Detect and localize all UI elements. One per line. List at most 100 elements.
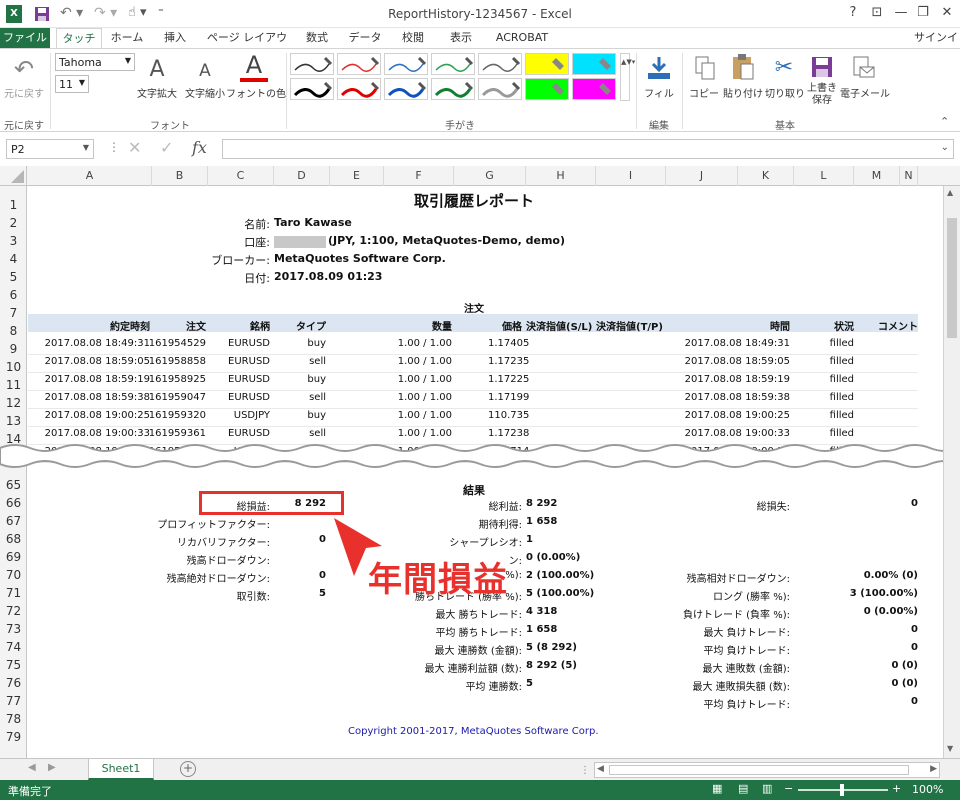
close-icon[interactable]: ✕ bbox=[936, 4, 958, 22]
copy-icon[interactable] bbox=[694, 55, 716, 81]
row-header[interactable]: 3 bbox=[0, 234, 27, 248]
ink-pen-1[interactable] bbox=[290, 53, 334, 75]
ink-pen-2[interactable] bbox=[337, 53, 381, 75]
ink-pen-11[interactable] bbox=[431, 78, 475, 100]
row-header[interactable]: 8 bbox=[0, 324, 27, 338]
ink-pen-7[interactable] bbox=[572, 53, 616, 75]
expand-formula-icon[interactable]: ⌄ bbox=[941, 142, 949, 153]
row-header[interactable]: 79 bbox=[0, 730, 27, 744]
ink-pen-13[interactable] bbox=[525, 78, 569, 100]
horizontal-scroll-thumb[interactable] bbox=[609, 765, 909, 775]
ink-pen-14[interactable] bbox=[572, 78, 616, 100]
tab-page-layout[interactable]: ページ レイアウト bbox=[204, 28, 290, 64]
scroll-down-icon[interactable]: ▼ bbox=[947, 744, 953, 753]
tab-acrobat[interactable]: ACROBAT bbox=[490, 28, 554, 48]
tab-data[interactable]: データ bbox=[344, 28, 386, 48]
more-options-icon[interactable]: ⋮ bbox=[108, 140, 120, 154]
zoom-slider[interactable] bbox=[798, 784, 888, 796]
restore-icon[interactable]: ❐ bbox=[912, 4, 934, 22]
row-header[interactable]: 75 bbox=[0, 658, 27, 672]
font-color-icon[interactable]: A bbox=[240, 51, 268, 79]
grow-font-icon[interactable]: A bbox=[146, 57, 168, 82]
ink-pen-8[interactable] bbox=[290, 78, 334, 100]
ribbon-display-icon[interactable]: ⊡ bbox=[866, 4, 888, 22]
tab-view[interactable]: 表示 bbox=[440, 28, 482, 48]
column-header-g[interactable]: G bbox=[454, 166, 526, 186]
column-header-a[interactable]: A bbox=[28, 166, 152, 186]
zoom-out-icon[interactable]: − bbox=[784, 782, 793, 795]
row-header[interactable]: 5 bbox=[0, 270, 27, 284]
row-header[interactable]: 77 bbox=[0, 694, 27, 708]
paste-icon[interactable] bbox=[730, 53, 756, 81]
pen-gallery-more-icon[interactable]: ▲▼▾ bbox=[620, 53, 635, 101]
row-header[interactable]: 67 bbox=[0, 514, 27, 528]
row-header[interactable]: 69 bbox=[0, 550, 27, 564]
ink-pen-9[interactable] bbox=[337, 78, 381, 100]
collapse-ribbon-icon[interactable]: ⌃ bbox=[940, 115, 949, 128]
cancel-icon[interactable]: ✕ bbox=[128, 138, 141, 157]
row-header[interactable]: 65 bbox=[0, 478, 27, 492]
row-header[interactable]: 68 bbox=[0, 532, 27, 546]
column-header-k[interactable]: K bbox=[738, 166, 794, 186]
row-header[interactable]: 72 bbox=[0, 604, 27, 618]
font-name-select[interactable]: Tahoma ▼ bbox=[55, 53, 135, 71]
column-header-d[interactable]: D bbox=[274, 166, 330, 186]
ink-pen-10[interactable] bbox=[384, 78, 428, 100]
column-header-i[interactable]: I bbox=[596, 166, 666, 186]
worksheet-grid[interactable]: ABCDEFGHIJKLMN 1 2 3 4 5 6 7 8 9 10 11 12 13 14 65 66 67… bbox=[0, 166, 960, 758]
save-large-icon[interactable] bbox=[810, 55, 834, 81]
row-header[interactable]: 76 bbox=[0, 676, 27, 690]
ink-pen-4[interactable] bbox=[431, 53, 475, 75]
insert-function-icon[interactable]: fx bbox=[192, 138, 207, 157]
column-header-n[interactable]: N bbox=[900, 166, 918, 186]
add-sheet-icon[interactable]: + bbox=[180, 761, 196, 777]
row-header[interactable]: 1 bbox=[0, 198, 27, 212]
column-header-f[interactable]: F bbox=[384, 166, 454, 186]
column-header-j[interactable]: J bbox=[666, 166, 738, 186]
prev-sheet-icon[interactable]: ◀ bbox=[28, 762, 36, 773]
row-header[interactable]: 71 bbox=[0, 586, 27, 600]
column-header-h[interactable]: H bbox=[526, 166, 596, 186]
row-header[interactable]: 7 bbox=[0, 306, 27, 320]
normal-view-icon[interactable]: ▦ bbox=[712, 782, 722, 795]
vertical-scrollbar[interactable]: ▲ ▼ bbox=[943, 186, 960, 758]
tab-insert[interactable]: 挿入 bbox=[154, 28, 196, 48]
ink-pen-6[interactable] bbox=[525, 53, 569, 75]
tab-touch[interactable]: タッチ bbox=[56, 28, 102, 48]
help-icon[interactable]: ? bbox=[842, 4, 864, 22]
ink-pen-3[interactable] bbox=[384, 53, 428, 75]
row-header[interactable]: 70 bbox=[0, 568, 27, 582]
zoom-slider-thumb[interactable] bbox=[840, 784, 844, 796]
ink-pen-5[interactable] bbox=[478, 53, 522, 75]
row-header[interactable]: 6 bbox=[0, 288, 27, 302]
page-break-view-icon[interactable]: ▥ bbox=[762, 782, 772, 795]
font-size-select[interactable]: 11 ▼ bbox=[55, 75, 89, 93]
column-header-l[interactable]: L bbox=[794, 166, 854, 186]
tab-formulas[interactable]: 数式 bbox=[296, 28, 338, 48]
column-header-m[interactable]: M bbox=[854, 166, 900, 186]
row-header[interactable]: 73 bbox=[0, 622, 27, 636]
horizontal-scrollbar[interactable]: ◀ ▶ bbox=[594, 762, 940, 778]
ink-pen-12[interactable] bbox=[478, 78, 522, 100]
tab-file[interactable]: ファイル bbox=[0, 28, 50, 48]
scroll-left-icon[interactable]: ◀ bbox=[597, 764, 604, 774]
column-header-c[interactable]: C bbox=[208, 166, 274, 186]
tab-split-handle[interactable]: ⋮ bbox=[580, 765, 590, 776]
tab-review[interactable]: 校閲 bbox=[392, 28, 434, 48]
fill-icon[interactable] bbox=[646, 55, 672, 81]
row-header[interactable]: 2 bbox=[0, 216, 27, 230]
zoom-level[interactable]: 100% bbox=[912, 783, 943, 796]
name-box[interactable]: P2 ▼ bbox=[6, 139, 94, 159]
page-layout-view-icon[interactable]: ▤ bbox=[738, 782, 748, 795]
vertical-scroll-thumb[interactable] bbox=[947, 218, 957, 338]
zoom-in-icon[interactable]: + bbox=[892, 782, 901, 795]
cut-icon[interactable]: ✂ bbox=[772, 55, 796, 80]
row-header[interactable]: 66 bbox=[0, 496, 27, 510]
tab-home[interactable]: ホーム bbox=[104, 28, 150, 48]
minimize-icon[interactable]: — bbox=[890, 4, 912, 22]
sign-in-link[interactable]: サインイン bbox=[912, 28, 960, 64]
next-sheet-icon[interactable]: ▶ bbox=[48, 762, 56, 773]
row-header[interactable]: 78 bbox=[0, 712, 27, 726]
undo-large-icon[interactable]: ↶ bbox=[10, 55, 38, 83]
formula-input[interactable]: ⌄ bbox=[222, 139, 954, 159]
